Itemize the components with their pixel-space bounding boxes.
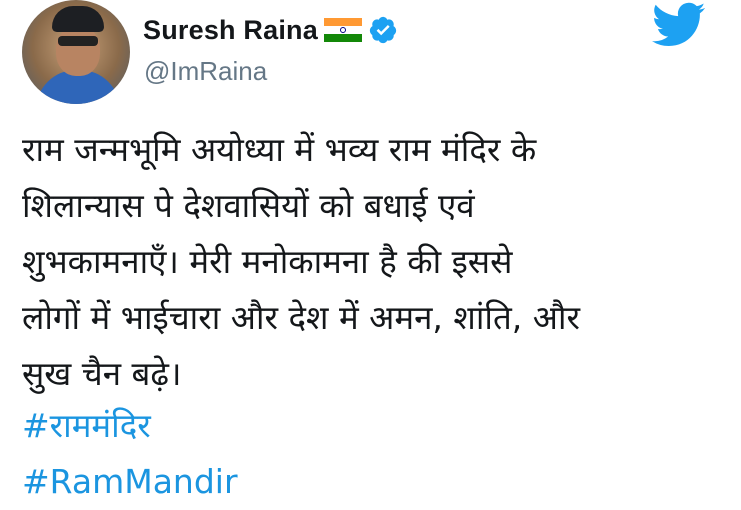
twitter-bird-icon[interactable] (652, 2, 706, 48)
verified-badge-icon (369, 16, 397, 44)
hashtag-ram-mandir[interactable]: #RamMandir (22, 454, 238, 510)
user-handle[interactable]: @ImRaina (144, 56, 267, 87)
tweet-text: राम जन्मभूमि अयोध्या में भव्य राम मंदिर … (22, 130, 580, 393)
user-display-name[interactable]: Suresh Raina (143, 15, 318, 46)
user-name-row[interactable]: Suresh Raina (143, 12, 398, 48)
avatar-cap (52, 6, 104, 32)
hashtag-ram-mandir-hindi[interactable]: #राममंदिर (22, 398, 238, 454)
india-flag-icon (323, 18, 362, 42)
avatar[interactable] (22, 0, 130, 104)
avatar-glasses (58, 36, 98, 46)
avatar-face (56, 26, 100, 76)
tweet-hashtags: #राममंदिर #RamMandir (22, 398, 238, 510)
